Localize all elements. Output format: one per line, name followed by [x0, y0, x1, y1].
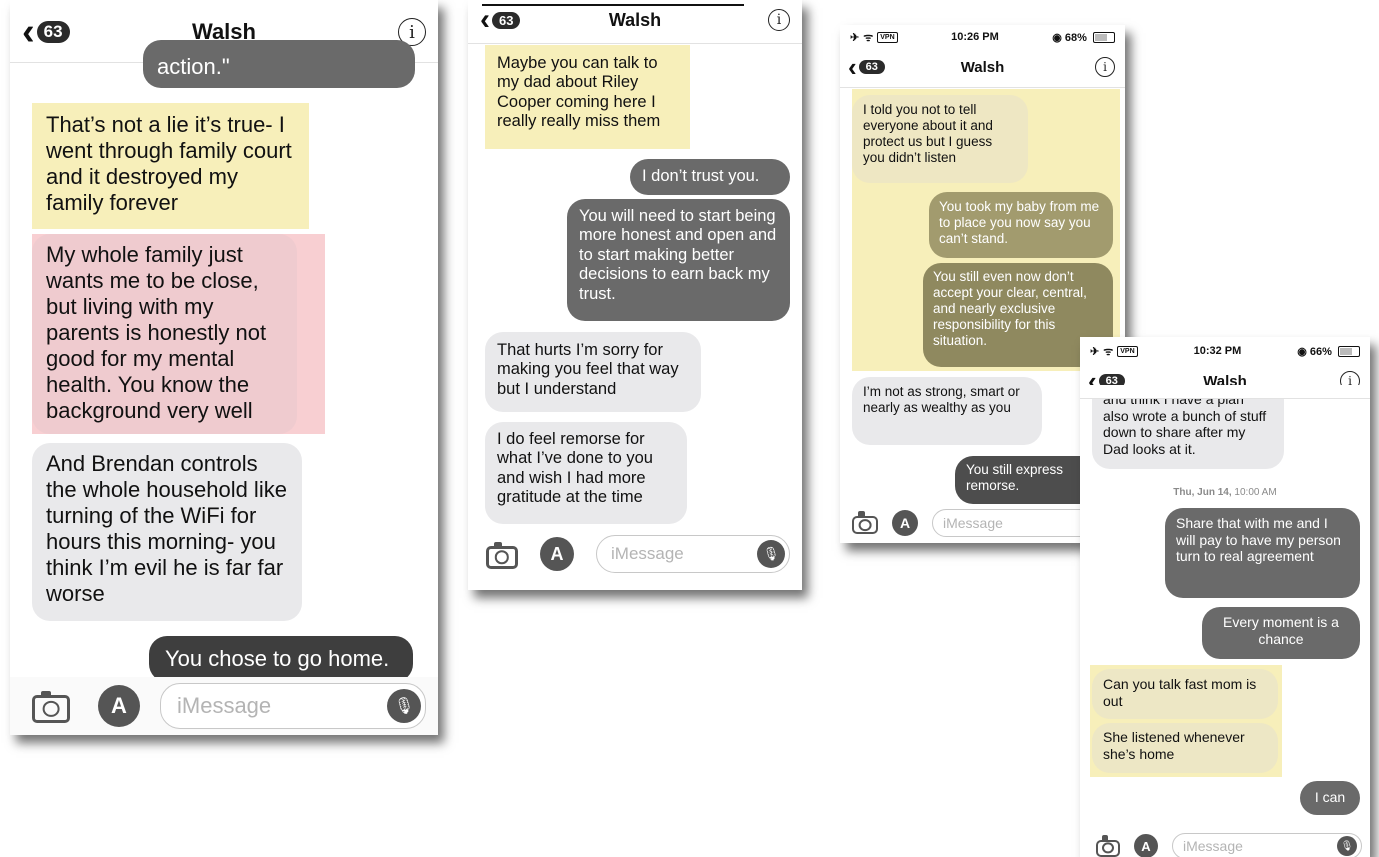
message-bubble[interactable]: Every moment is a chance — [1202, 607, 1360, 659]
app-store-icon[interactable]: A — [892, 510, 918, 536]
vpn-icon: VPN — [1117, 345, 1138, 357]
app-store-icon[interactable]: A — [98, 685, 140, 727]
input-bar: A iMessage 🎙 — [1080, 831, 1370, 857]
date-stamp: Thu, Jun 14, 10:00 AM — [1080, 487, 1370, 498]
message-bubble[interactable]: You chose to go home. — [149, 636, 413, 682]
screenshot-1: ‹ 63 Walsh i action." That’s not a lie i… — [10, 0, 438, 735]
airplane-icon: ✈ — [1090, 345, 1100, 358]
screenshot-2: ‹ 63 Walsh i Maybe you can talk to my da… — [468, 0, 802, 590]
input-placeholder: iMessage — [611, 544, 684, 563]
input-bar: A iMessage 🎙 — [10, 677, 438, 735]
unread-count-badge: 63 — [492, 11, 521, 29]
message-bubble[interactable]: You will need to start being more honest… — [567, 199, 790, 321]
camera-icon[interactable] — [1096, 834, 1120, 857]
microphone-icon[interactable]: 🎙 — [1337, 836, 1357, 856]
message-bubble[interactable]: My whole family just wants me to be clos… — [32, 234, 297, 434]
message-bubble[interactable]: I can — [1300, 781, 1360, 815]
microphone-icon[interactable]: 🎙 — [757, 540, 785, 568]
contact-name[interactable]: Walsh — [609, 10, 661, 31]
status-time: 10:26 PM — [951, 31, 999, 43]
battery-icon — [1337, 346, 1360, 358]
screenshot-4: ✈ ᯤ VPN 10:32 PM ◉ 66% ‹ 63 Walsh i and … — [1080, 337, 1370, 857]
nav-bar: ‹ 63 Walsh i — [840, 53, 1125, 81]
camera-icon[interactable] — [486, 541, 518, 569]
chevron-left-icon: ‹ — [22, 11, 35, 53]
message-bubble[interactable]: That hurts I’m sorry for making you feel… — [485, 332, 701, 412]
wifi-icon: ᯤ — [863, 31, 874, 44]
back-button[interactable]: ‹ 63 — [22, 13, 70, 51]
wifi-icon: ᯤ — [1103, 345, 1114, 358]
message-bubble[interactable]: I do feel remorse for what I’ve done to … — [485, 422, 687, 524]
airplane-icon: ✈ — [850, 31, 860, 44]
input-placeholder: iMessage — [177, 693, 272, 718]
unread-count-badge: 63 — [858, 60, 885, 74]
date-stamp-time: 10:00 AM — [1234, 487, 1277, 498]
message-bubble[interactable]: And Brendan controls the whole household… — [32, 443, 302, 621]
app-store-icon[interactable]: A — [1134, 834, 1158, 857]
status-bar: ✈ ᯤ VPN 10:26 PM ◉ 68% — [840, 25, 1125, 49]
contact-name[interactable]: Walsh — [961, 59, 1005, 76]
message-bubble[interactable]: I don’t trust you. — [630, 159, 790, 195]
message-bubble[interactable]: Share that with me and I will pay to hav… — [1165, 508, 1360, 598]
date-stamp-day: Thu, Jun 14, — [1173, 487, 1232, 498]
message-input[interactable]: iMessage 🎙 — [160, 683, 426, 729]
chevron-left-icon: ‹ — [848, 52, 857, 82]
unread-count-badge: 63 — [36, 21, 70, 43]
message-bubble[interactable]: I told you not to tell everyone about it… — [852, 95, 1028, 183]
chevron-left-icon: ‹ — [480, 3, 490, 36]
app-store-icon[interactable]: A — [540, 537, 574, 571]
nav-divider — [468, 43, 802, 44]
input-placeholder: iMessage — [1183, 838, 1243, 854]
nav-divider — [840, 87, 1125, 88]
vpn-icon: VPN — [877, 31, 898, 43]
microphone-icon[interactable]: 🎙 — [387, 689, 421, 723]
status-bar: ✈ ᯤ VPN 10:32 PM ◉ 66% — [1080, 337, 1370, 365]
nav-bar: ‹ 63 Walsh i — [468, 5, 802, 35]
message-bubble[interactable]: You took my baby from me to place you no… — [929, 192, 1113, 258]
message-input[interactable]: iMessage 🎙 — [1172, 833, 1362, 857]
message-bubble[interactable]: That’s not a lie it’s true- I went throu… — [32, 103, 309, 229]
message-bubble[interactable]: Maybe you can talk to my dad about Riley… — [485, 45, 690, 149]
status-time: 10:32 PM — [1193, 345, 1242, 357]
info-icon[interactable]: i — [1095, 57, 1115, 77]
camera-icon[interactable] — [852, 511, 878, 534]
location-icon: ◉ — [1297, 345, 1307, 358]
message-bubble[interactable]: She listened whenever she’s home — [1092, 723, 1278, 773]
battery-icon — [1092, 32, 1115, 44]
message-bubble[interactable]: I’m not as strong, smart or nearly as we… — [852, 377, 1042, 445]
back-button[interactable]: ‹ 63 — [480, 3, 521, 36]
message-bubble[interactable]: action." — [143, 40, 415, 88]
back-button[interactable]: ‹ 63 — [848, 54, 885, 80]
message-input[interactable]: iMessage 🎙 — [596, 535, 790, 573]
input-bar: A iMessage 🎙 — [468, 528, 802, 580]
message-bubble[interactable]: Can you talk fast mom is out — [1092, 669, 1278, 719]
info-icon[interactable]: i — [768, 9, 790, 31]
battery-percent: 68% — [1064, 31, 1087, 44]
location-icon: ◉ — [1052, 31, 1062, 44]
input-placeholder: iMessage — [943, 515, 1003, 531]
camera-icon[interactable] — [32, 691, 70, 723]
battery-percent: 66% — [1309, 345, 1332, 358]
